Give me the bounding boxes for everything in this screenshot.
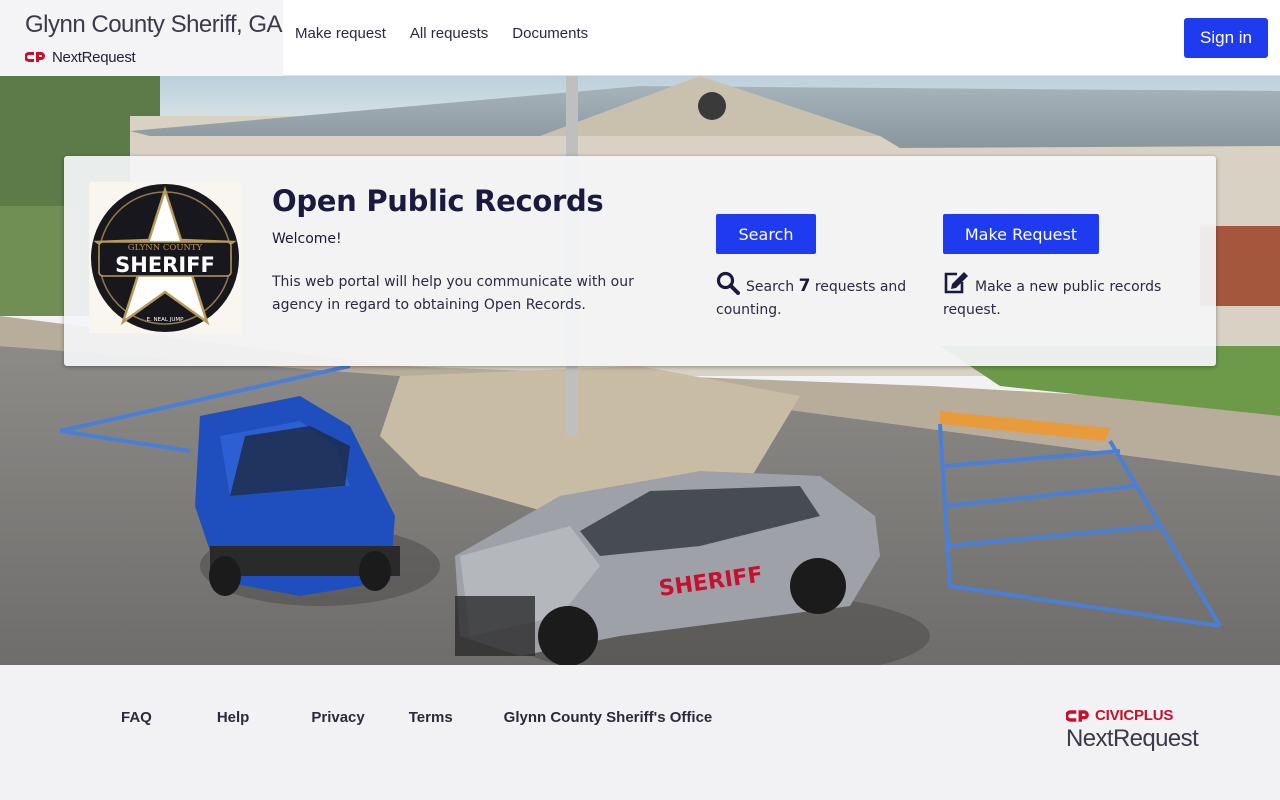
nav-documents[interactable]: Documents — [512, 25, 588, 42]
badge-main-text: SHERIFF — [115, 253, 215, 277]
portal-description: This web portal will help you communicat… — [272, 274, 634, 313]
main-nav: Make request All requests Documents — [295, 25, 588, 42]
footer-link-faq[interactable]: FAQ — [121, 709, 152, 726]
footer-links: FAQ Help Privacy Terms Glynn County Sher… — [121, 709, 712, 726]
search-prefix: Search — [746, 279, 795, 295]
search-suffix: requests and counting. — [716, 279, 907, 318]
civicplus-logo: CIVICPLUS — [1066, 707, 1198, 724]
badge-bottom-text: E. NEAL JUMP — [147, 317, 185, 323]
sheriff-badge-logo: GLYNN COUNTY SHERIFF E. NEAL JUMP — [89, 182, 241, 333]
request-count: 7 — [798, 276, 811, 296]
site-header: Glynn County Sheriff, GA NextRequest Mak… — [0, 0, 1280, 76]
vendor-name: CIVICPLUS — [1095, 707, 1174, 724]
civicplus-brand[interactable]: CIVICPLUS NextRequest — [1066, 707, 1199, 753]
make-request-text: Make a new public records request. — [943, 279, 1162, 318]
make-request-summary: Make a new public records request. — [943, 271, 1168, 322]
footer-link-privacy[interactable]: Privacy — [311, 709, 364, 726]
edit-icon — [944, 272, 968, 294]
search-button[interactable]: Search — [716, 214, 816, 254]
badge-top-text: GLYNN COUNTY — [128, 243, 203, 253]
site-footer: FAQ Help Privacy Terms Glynn County Sher… — [0, 665, 1280, 800]
civicplus-logo-icon — [1066, 709, 1089, 722]
sheriff-badge-icon: GLYNN COUNTY SHERIFF E. NEAL JUMP — [91, 184, 239, 332]
nav-make-request[interactable]: Make request — [295, 25, 386, 42]
page-title: Open Public Records — [272, 184, 604, 218]
make-request-button[interactable]: Make Request — [943, 214, 1099, 254]
footer-link-terms[interactable]: Terms — [409, 709, 453, 726]
sign-in-button[interactable]: Sign in — [1184, 18, 1268, 58]
nextrequest-logo-icon — [25, 52, 45, 62]
platform-name: NextRequest — [52, 48, 136, 66]
platform-brand: NextRequest — [25, 48, 136, 66]
brand-block[interactable]: Glynn County Sheriff, GA NextRequest — [0, 0, 283, 76]
footer-link-agency[interactable]: Glynn County Sheriff's Office — [504, 709, 713, 726]
footer-link-help[interactable]: Help — [217, 709, 250, 726]
search-icon — [716, 271, 740, 295]
site-title[interactable]: Glynn County Sheriff, GA — [25, 11, 283, 39]
search-summary: Search 7 requests and counting. — [716, 271, 916, 322]
welcome-text: Welcome! — [272, 231, 342, 247]
nav-all-requests[interactable]: All requests — [410, 25, 488, 42]
intro-card: GLYNN COUNTY SHERIFF E. NEAL JUMP Open P… — [64, 156, 1216, 366]
product-name: NextRequest — [1066, 725, 1199, 752]
